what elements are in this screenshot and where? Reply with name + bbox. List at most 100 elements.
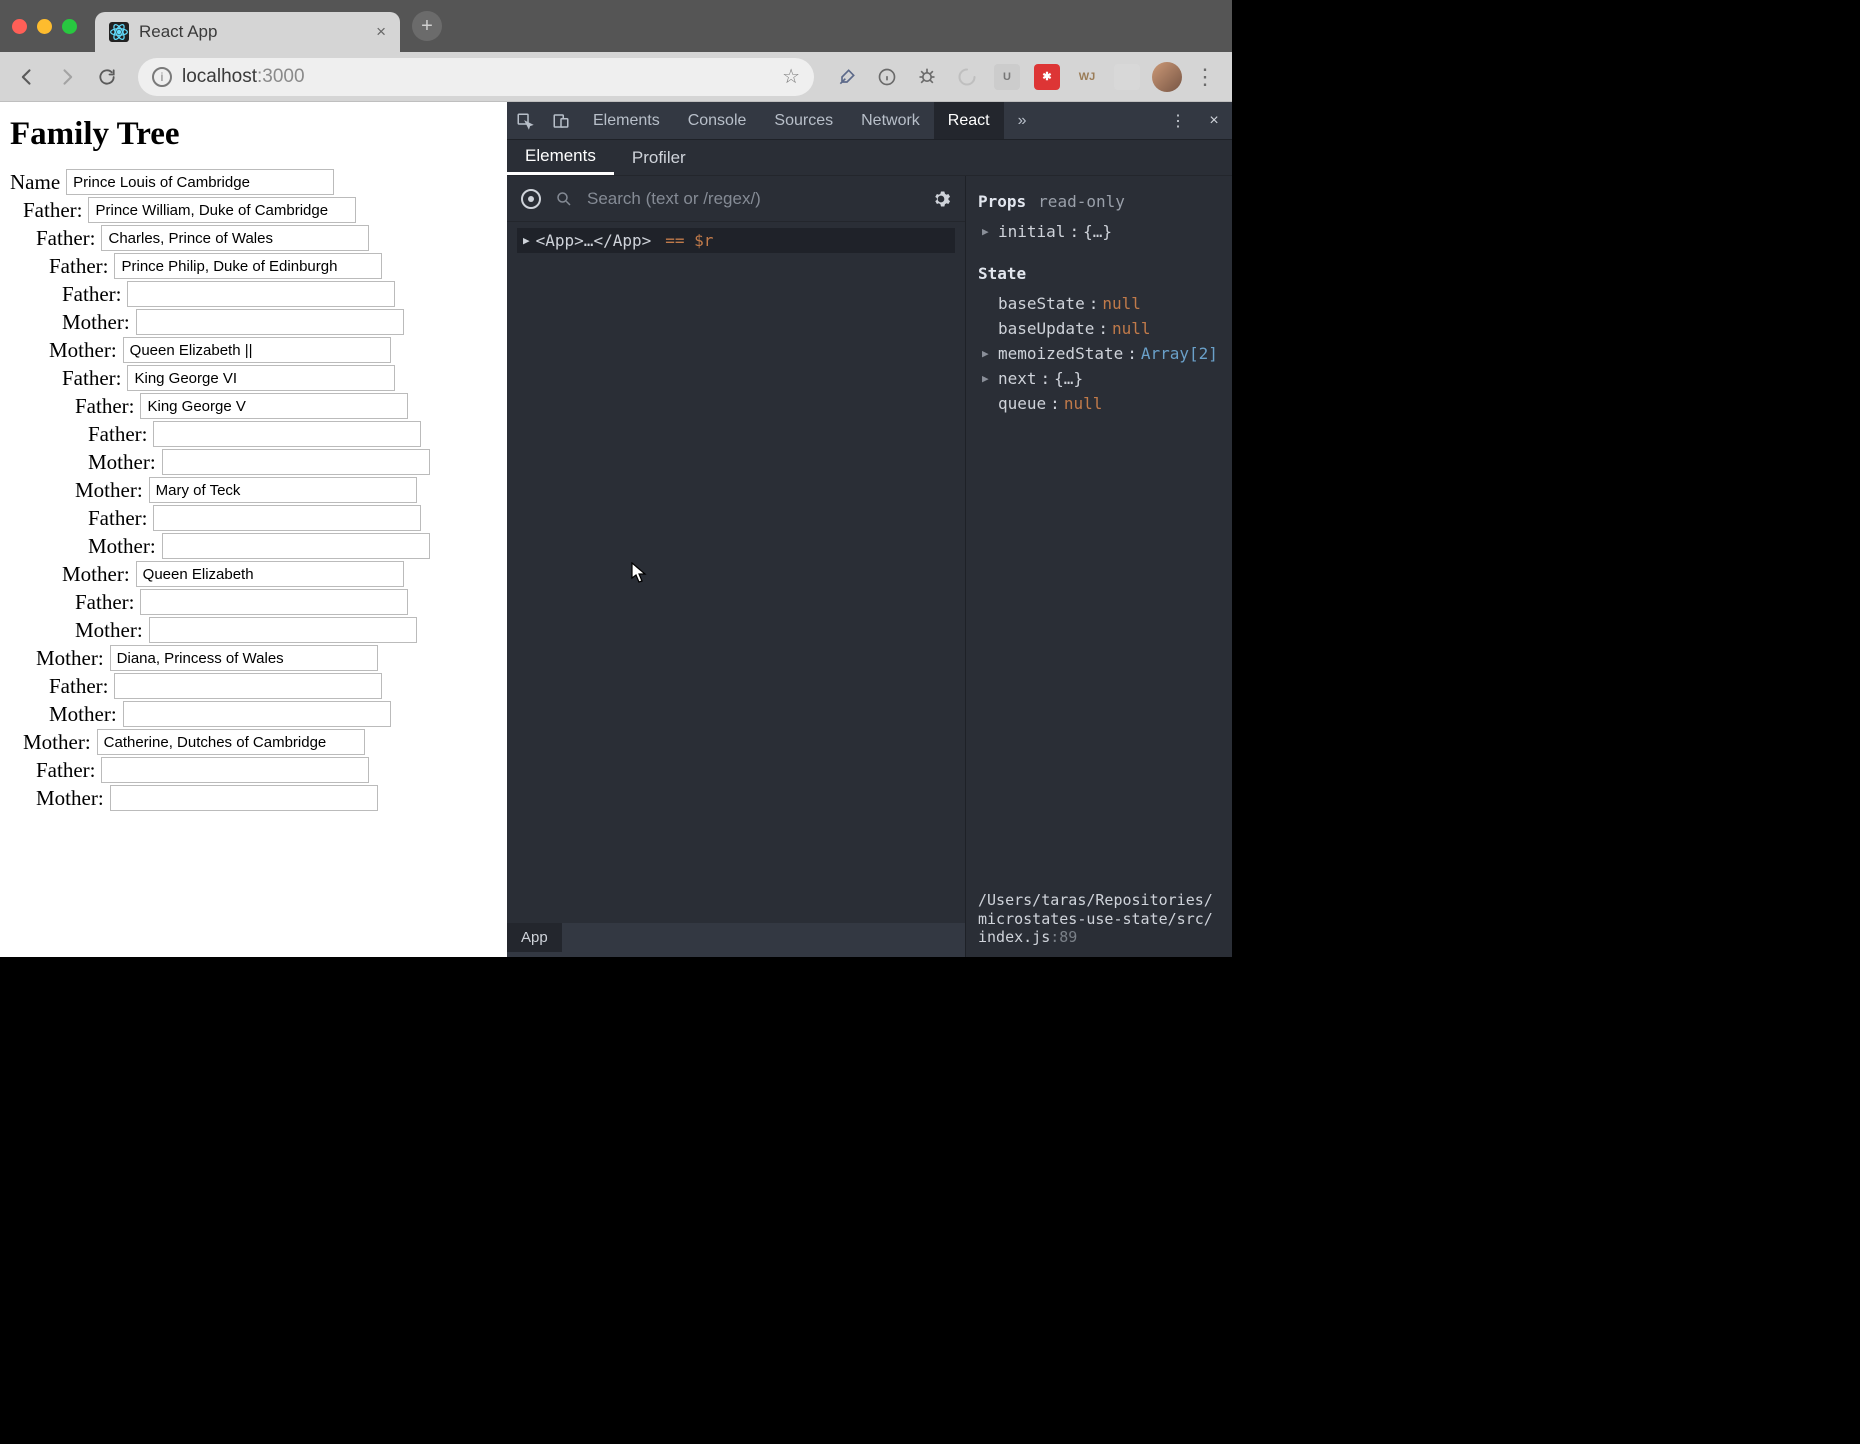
- react-search-input[interactable]: [587, 189, 917, 209]
- tree-input[interactable]: [114, 253, 382, 279]
- site-info-icon[interactable]: i: [152, 67, 172, 87]
- tree-input[interactable]: [127, 365, 395, 391]
- devtools-close-icon[interactable]: ×: [1196, 102, 1232, 139]
- tree-input[interactable]: [162, 533, 430, 559]
- tree-input[interactable]: [140, 393, 408, 419]
- extension-info-icon[interactable]: [872, 62, 902, 92]
- expand-caret-icon[interactable]: ▶: [982, 347, 994, 360]
- tree-input[interactable]: [123, 701, 391, 727]
- tree-input[interactable]: [123, 337, 391, 363]
- tree-label: Father:: [88, 422, 147, 447]
- kv-row[interactable]: ▶initial: {…}: [978, 219, 1220, 244]
- tree-label: Mother:: [62, 562, 130, 587]
- react-element-row[interactable]: ▶ <App>…</App> == $r: [517, 228, 955, 253]
- browser-toolbar: i localhost:3000 ☆ U ✱ WJ ⋮: [0, 52, 1232, 102]
- breadcrumb-item[interactable]: App: [507, 923, 562, 952]
- device-toolbar-icon[interactable]: [543, 102, 579, 139]
- search-icon: [555, 190, 573, 208]
- devtools-overflow-icon[interactable]: »: [1004, 102, 1041, 139]
- zoom-window-button[interactable]: [62, 19, 77, 34]
- devtools-tab-sources[interactable]: Sources: [760, 102, 847, 139]
- kv-row[interactable]: baseState: null: [978, 291, 1220, 316]
- tree-input[interactable]: [153, 505, 421, 531]
- devtools-tab-elements[interactable]: Elements: [579, 102, 674, 139]
- extension-bug-icon[interactable]: [912, 62, 942, 92]
- close-tab-icon[interactable]: ×: [376, 22, 386, 42]
- extension-u-icon[interactable]: U: [992, 62, 1022, 92]
- back-button[interactable]: [10, 60, 44, 94]
- tree-input[interactable]: [66, 169, 334, 195]
- source-path[interactable]: /Users/taras/Repositories/microstates-us…: [978, 891, 1220, 947]
- tree-label: Father:: [62, 366, 121, 391]
- tree-row: Mother:: [10, 449, 497, 475]
- react-subtab-elements[interactable]: Elements: [507, 140, 614, 175]
- tab-title: React App: [139, 22, 366, 42]
- reload-button[interactable]: [90, 60, 124, 94]
- tree-input[interactable]: [136, 309, 404, 335]
- tree-input[interactable]: [127, 281, 395, 307]
- tree-row: Father:: [10, 393, 497, 419]
- react-breadcrumb: App: [507, 923, 965, 957]
- extension-wj-icon[interactable]: WJ: [1072, 62, 1102, 92]
- close-window-button[interactable]: [12, 19, 27, 34]
- tree-label: Mother:: [62, 310, 130, 335]
- react-element-list[interactable]: ▶ <App>…</App> == $r: [507, 222, 965, 923]
- tree-input[interactable]: [110, 645, 378, 671]
- kv-row[interactable]: ▶next: {…}: [978, 366, 1220, 391]
- tree-label: Mother:: [36, 646, 104, 671]
- extension-red-icon[interactable]: ✱: [1032, 62, 1062, 92]
- browser-tab-strip: React App × +: [0, 0, 1232, 52]
- tree-label: Mother:: [75, 618, 143, 643]
- gear-icon[interactable]: [931, 189, 951, 209]
- react-subtab-profiler[interactable]: Profiler: [614, 140, 704, 175]
- browser-tab[interactable]: React App ×: [95, 12, 400, 52]
- tree-row: Father:: [10, 505, 497, 531]
- devtools-tab-network[interactable]: Network: [847, 102, 934, 139]
- tree-input[interactable]: [101, 757, 369, 783]
- kv-row[interactable]: ▶memoizedState: Array[2]: [978, 341, 1220, 366]
- forward-button[interactable]: [50, 60, 84, 94]
- tree-row: Mother:: [10, 337, 497, 363]
- tree-label: Father:: [49, 254, 108, 279]
- expand-caret-icon[interactable]: ▶: [982, 372, 994, 385]
- tree-input[interactable]: [88, 197, 356, 223]
- expand-caret-icon[interactable]: ▶: [523, 234, 530, 247]
- tree-input[interactable]: [114, 673, 382, 699]
- minimize-window-button[interactable]: [37, 19, 52, 34]
- profile-avatar[interactable]: [1152, 62, 1182, 92]
- console-ref: == $r: [665, 231, 713, 250]
- expand-caret-icon[interactable]: ▶: [982, 225, 994, 238]
- extension-spinner-icon[interactable]: [952, 62, 982, 92]
- kv-row[interactable]: baseUpdate: null: [978, 316, 1220, 341]
- tree-input[interactable]: [140, 589, 408, 615]
- tree-input[interactable]: [97, 729, 365, 755]
- devtools-menu-icon[interactable]: ⋮: [1160, 102, 1196, 139]
- tree-input[interactable]: [153, 421, 421, 447]
- browser-menu-icon[interactable]: ⋮: [1188, 60, 1222, 94]
- tree-row: Father:: [10, 421, 497, 447]
- select-element-icon[interactable]: [521, 189, 541, 209]
- devtools-tab-react[interactable]: React: [934, 102, 1004, 139]
- family-tree: NameFather:Father:Father:Father:Mother:M…: [10, 169, 497, 811]
- tree-input[interactable]: [136, 561, 404, 587]
- inspect-element-icon[interactable]: [507, 102, 543, 139]
- page-title: Family Tree: [10, 116, 497, 153]
- new-tab-button[interactable]: +: [412, 11, 442, 41]
- tree-label: Father:: [36, 758, 95, 783]
- devtools-main-tabs: ElementsConsoleSourcesNetworkReact » ⋮ ×: [507, 102, 1232, 140]
- tree-input[interactable]: [149, 477, 417, 503]
- tree-row: Mother:: [10, 729, 497, 755]
- extension-eyedropper-icon[interactable]: [832, 62, 862, 92]
- address-bar[interactable]: i localhost:3000 ☆: [138, 58, 814, 96]
- tree-input[interactable]: [149, 617, 417, 643]
- tree-label: Father:: [36, 226, 95, 251]
- extension-grey-icon[interactable]: [1112, 62, 1142, 92]
- react-search-bar: [507, 176, 965, 222]
- tree-label: Mother:: [49, 338, 117, 363]
- tree-input[interactable]: [162, 449, 430, 475]
- bookmark-star-icon[interactable]: ☆: [782, 64, 800, 89]
- devtools-tab-console[interactable]: Console: [674, 102, 761, 139]
- tree-input[interactable]: [110, 785, 378, 811]
- kv-row[interactable]: queue: null: [978, 391, 1220, 416]
- tree-input[interactable]: [101, 225, 369, 251]
